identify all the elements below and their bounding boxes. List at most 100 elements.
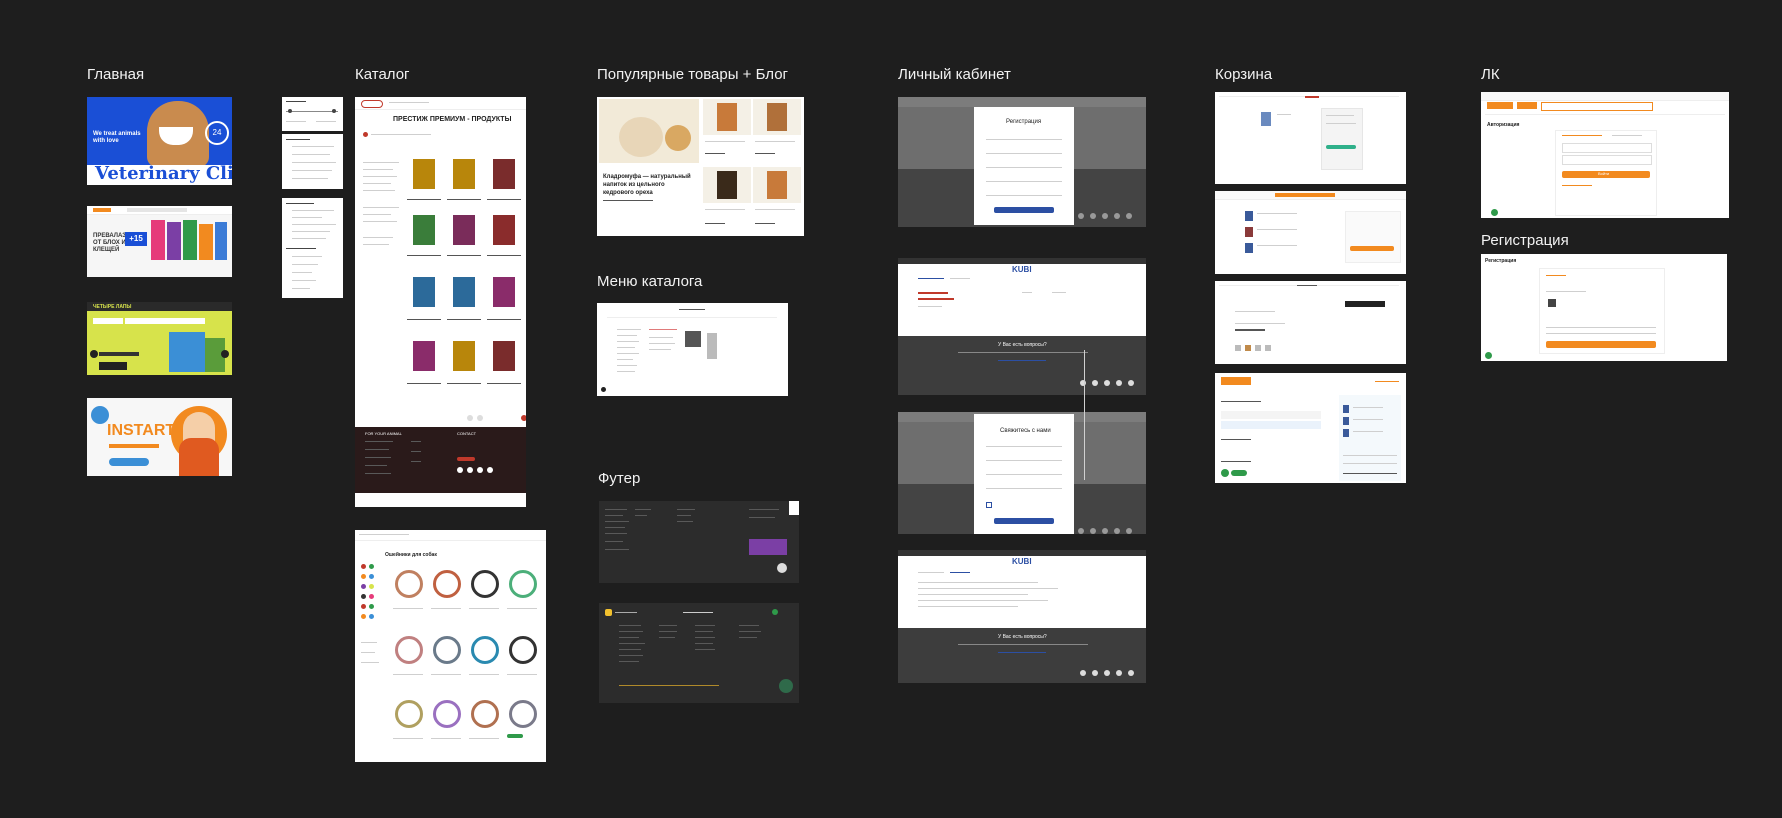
auth-form[interactable]: Войти (1555, 130, 1657, 216)
tab-active[interactable] (918, 278, 944, 279)
password-input[interactable] (1562, 155, 1652, 165)
checkout-button[interactable] (1326, 145, 1356, 149)
cart-screen-2[interactable] (1215, 191, 1406, 274)
popular-blog-screen[interactable]: Кладромуфа — натуральный напиток из цель… (597, 97, 804, 236)
collar-item[interactable] (471, 570, 499, 598)
account-orders-screen[interactable]: KUBI У Вас есть вопросы? (898, 550, 1146, 683)
social-icon[interactable] (1104, 380, 1110, 386)
product-image[interactable] (453, 215, 475, 245)
social-icon[interactable] (1114, 213, 1120, 219)
vet-clinic-banner[interactable]: We treat animals with love 24 Veterinary… (87, 97, 232, 185)
input-field[interactable] (986, 488, 1062, 489)
collar-item[interactable] (395, 700, 423, 728)
product-image[interactable] (413, 159, 435, 189)
contact-modal[interactable]: Свяжитесь с нами (974, 414, 1074, 534)
catalog-button[interactable] (1517, 102, 1537, 109)
input-field[interactable] (986, 460, 1062, 461)
pagination-dot[interactable] (477, 415, 483, 421)
search-input[interactable] (125, 318, 205, 324)
footer-variant-1[interactable] (599, 501, 799, 583)
social-icon[interactable] (1092, 380, 1098, 386)
product-image[interactable] (493, 341, 515, 371)
social-icon[interactable] (467, 467, 473, 473)
collar-item[interactable] (433, 570, 461, 598)
cta-button[interactable] (99, 362, 127, 370)
product-image[interactable] (453, 277, 475, 307)
social-icon[interactable] (477, 467, 483, 473)
pagination-next[interactable] (521, 415, 526, 421)
instart-banner[interactable]: INSTART (87, 398, 232, 476)
account-profile-screen[interactable]: KUBI У Вас есть вопросы? (898, 258, 1146, 395)
cta-button[interactable] (109, 458, 149, 466)
lk-registration-screen[interactable]: Регистрация (1481, 254, 1727, 361)
checkout-button[interactable] (1350, 246, 1394, 251)
blog-title[interactable]: Кладромуфа — натуральный напиток из цель… (603, 173, 695, 197)
search-input[interactable] (1541, 102, 1653, 111)
social-icon[interactable] (1128, 380, 1134, 386)
arrow-right-icon[interactable] (221, 350, 229, 358)
collar-item[interactable] (471, 636, 499, 664)
login-input[interactable] (1562, 143, 1652, 153)
product-image[interactable] (1261, 112, 1271, 126)
input-field[interactable] (986, 181, 1062, 182)
catalog-page-screen[interactable]: ПРЕСТИЖ ПРЕМИУМ - ПРОДУКТЫ FOR YOUR ANIM… (355, 97, 526, 507)
filter-panel-brands[interactable] (282, 134, 343, 189)
blog-image[interactable] (599, 99, 699, 163)
collar-item[interactable] (395, 570, 423, 598)
filter-panel-categories[interactable] (282, 198, 343, 298)
send-button[interactable] (994, 518, 1054, 524)
collar-item[interactable] (433, 636, 461, 664)
registration-modal[interactable]: Регистрация (974, 107, 1074, 225)
app-promo-badge[interactable] (749, 539, 787, 555)
social-icon[interactable] (1078, 213, 1084, 219)
product-image[interactable] (413, 277, 435, 307)
collars-catalog-screen[interactable]: Ошейники для собак (355, 530, 546, 762)
product-image[interactable] (493, 277, 515, 307)
registration-form[interactable] (1539, 268, 1665, 354)
input-field[interactable] (986, 474, 1062, 475)
collar-item[interactable] (395, 636, 423, 664)
brand-logo[interactable]: KUBI (1012, 557, 1032, 566)
collar-item[interactable] (509, 570, 537, 598)
consent-checkbox[interactable] (986, 502, 992, 508)
add-to-cart-button[interactable] (507, 734, 523, 738)
input-field[interactable] (986, 446, 1062, 447)
cart-screen-3[interactable] (1215, 281, 1406, 364)
social-icon[interactable] (457, 467, 463, 473)
catalog-menu-screen[interactable] (597, 303, 788, 396)
price-slider[interactable] (286, 111, 338, 112)
product-image[interactable] (493, 215, 515, 245)
collar-item[interactable] (509, 636, 537, 664)
account-contact-modal-screen[interactable]: Свяжитесь с нами (898, 412, 1146, 534)
arrow-left-icon[interactable] (90, 350, 98, 358)
cart-screen-1[interactable] (1215, 92, 1406, 184)
footer-variant-2[interactable] (599, 603, 799, 703)
collar-item[interactable] (509, 700, 537, 728)
input-field[interactable] (986, 153, 1062, 154)
social-icon[interactable] (1126, 213, 1132, 219)
register-button[interactable] (994, 207, 1054, 213)
social-icon[interactable] (1080, 380, 1086, 386)
social-icon[interactable] (1116, 380, 1122, 386)
social-icon[interactable] (1090, 213, 1096, 219)
product-image[interactable] (453, 341, 475, 371)
social-icon[interactable] (1102, 213, 1108, 219)
social-icon[interactable] (487, 467, 493, 473)
product-image[interactable] (453, 159, 475, 189)
filter-panel-price[interactable] (282, 97, 343, 131)
cart-screen-4[interactable] (1215, 373, 1406, 483)
input-field[interactable] (986, 195, 1062, 196)
promo-banner-flea[interactable]: ПРЕВАЛАЗЫ ОТ БЛОХ И КЛЕЩЕЙ +15 (87, 206, 232, 277)
product-image[interactable] (413, 215, 435, 245)
product-image[interactable] (493, 159, 515, 189)
account-registration-modal-screen[interactable]: Регистрация (898, 97, 1146, 227)
register-button[interactable] (1546, 341, 1656, 348)
search-input[interactable] (1275, 193, 1335, 197)
collar-item[interactable] (471, 700, 499, 728)
brand-logo[interactable]: KUBI (1012, 265, 1032, 274)
chat-icon[interactable] (777, 563, 787, 573)
promo-banner-four-paws[interactable]: ЧЕТЫРЕ ЛАПЫ (87, 302, 232, 385)
search-input[interactable] (127, 208, 187, 212)
collar-item[interactable] (433, 700, 461, 728)
tab[interactable] (918, 572, 944, 573)
